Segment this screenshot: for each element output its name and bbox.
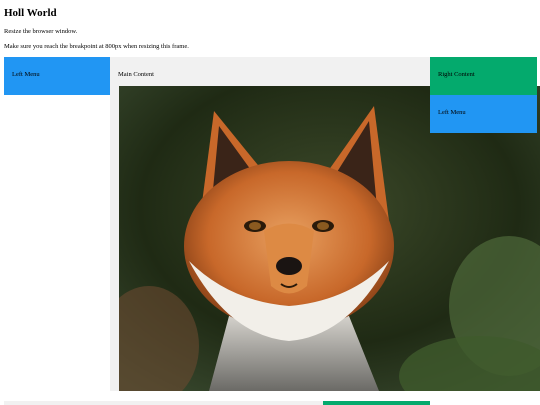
intro-text-resize: Resize the browser window. bbox=[4, 28, 78, 35]
main-content-label: Main Content bbox=[118, 71, 154, 78]
intro-text-breakpoint: Make sure you reach the breakpoint at 80… bbox=[4, 43, 189, 50]
page-title: Holl World bbox=[4, 7, 57, 19]
left-menu-duplicate-label: Left Menu bbox=[438, 109, 466, 116]
right-content-label: Right Content bbox=[438, 71, 475, 78]
left-menu-panel-duplicate: Left Menu bbox=[430, 95, 537, 133]
footer-green-strip bbox=[323, 401, 430, 405]
right-content-panel: Right Content bbox=[430, 57, 537, 95]
left-menu-panel: Left Menu bbox=[4, 57, 110, 95]
left-menu-label: Left Menu bbox=[12, 71, 40, 78]
footer-gray-strip bbox=[4, 401, 323, 405]
